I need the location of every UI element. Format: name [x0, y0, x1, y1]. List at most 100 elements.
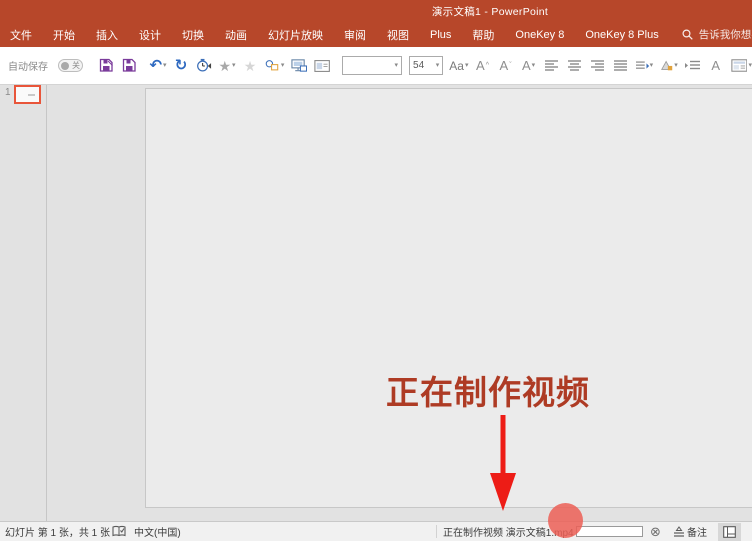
slide-info: 幻灯片 第 1 张，共 1 张 [5, 522, 110, 541]
slide-thumbnail[interactable] [14, 85, 41, 104]
tab-onekey8[interactable]: OneKey 8 [515, 29, 564, 41]
shrink-mark-icon: ˇ [509, 62, 511, 69]
align-right-icon [591, 60, 604, 71]
statusbar: 幻灯片 第 1 张，共 1 张 中文(中国) 正在制作视频 演示文稿1.mp4 … [0, 521, 752, 541]
grow-font-button[interactable]: A ^ [475, 53, 491, 79]
search-icon [682, 29, 693, 40]
grow-font-icon: A [476, 59, 485, 72]
notes-icon [673, 526, 685, 538]
redo-button[interactable]: ↻ [173, 53, 189, 79]
favorites-button[interactable]: ★ ▾ [219, 53, 235, 79]
tab-review[interactable]: 审阅 [344, 27, 366, 43]
font-name-caret-icon: ▾ [395, 62, 399, 69]
shape-effects-button[interactable]: ▾ [660, 53, 678, 79]
normal-view-icon [723, 526, 736, 538]
change-case-button[interactable]: Aa ▾ [450, 53, 467, 79]
indent-icon [685, 60, 700, 72]
shapes-button[interactable]: ▾ [265, 53, 284, 79]
shape-effects-caret-icon: ▾ [674, 62, 678, 69]
align-center-button[interactable] [567, 53, 583, 79]
tab-insert[interactable]: 插入 [96, 27, 118, 43]
slide-layout-icon [731, 58, 748, 73]
making-video-annotation: 正在制作视频 [386, 366, 590, 414]
character-icon: A [711, 59, 720, 72]
cancel-export-button[interactable]: ⊗ [650, 522, 661, 541]
slide-layout-caret-icon: ▾ [748, 62, 752, 69]
video-progress-bar [576, 526, 643, 537]
undo-button[interactable]: ↶ ▾ [150, 53, 166, 79]
save-button[interactable] [121, 53, 137, 79]
slide-layout-button[interactable]: ▾ [731, 53, 752, 79]
save-icon [122, 58, 137, 73]
align-left-button[interactable] [544, 53, 560, 79]
tab-design[interactable]: 设计 [139, 27, 161, 43]
align-left-icon [545, 60, 558, 71]
tab-slideshow[interactable]: 幻灯片放映 [268, 27, 323, 43]
autosave-label: 自动保存 [8, 58, 48, 73]
notes-label[interactable]: 备注 [687, 522, 707, 541]
tab-help[interactable]: 帮助 [472, 27, 494, 43]
slide-number: 1 [5, 87, 11, 98]
tell-me-search[interactable]: 告诉我你想要做什么 [682, 27, 752, 42]
shrink-font-button[interactable]: A ˇ [498, 53, 514, 79]
tab-animations[interactable]: 动画 [225, 27, 247, 43]
change-case-caret-icon: ▾ [465, 62, 469, 69]
tab-onekey8plus[interactable]: OneKey 8 Plus [585, 29, 658, 41]
slide-canvas[interactable] [145, 88, 752, 508]
align-center-icon [568, 60, 581, 71]
notes-toggle-button[interactable] [673, 522, 685, 541]
favorites-button-disabled[interactable]: ★ [242, 53, 258, 79]
tab-view[interactable]: 视图 [387, 27, 409, 43]
tab-home[interactable]: 开始 [53, 27, 75, 43]
tell-me-label: 告诉我你想要做什么 [699, 27, 752, 42]
font-size-value: 54 [413, 60, 424, 71]
tab-transitions[interactable]: 切换 [182, 27, 204, 43]
normal-view-button[interactable] [718, 523, 741, 541]
star-dropdown-caret-icon: ▾ [232, 62, 236, 69]
present-online-button[interactable] [291, 53, 307, 79]
font-size-caret-icon: ▾ [436, 62, 440, 69]
workspace: 1 正在制作视频 [0, 85, 752, 521]
autosave-toggle[interactable]: 关 [58, 59, 83, 72]
spell-check-button[interactable] [112, 522, 126, 541]
indent-button[interactable] [685, 53, 701, 79]
save-as-button[interactable] [98, 53, 114, 79]
monitor-icon [291, 58, 307, 73]
slide-layout-card-button[interactable] [314, 53, 330, 79]
font-color-caret-icon: ▾ [532, 62, 536, 69]
change-case-icon: Aa [449, 60, 464, 72]
quick-access-toolbar: 自动保存 关 ↶ ▾ ↻ ★ [0, 47, 752, 85]
language-status[interactable]: 中文(中国) [134, 522, 181, 541]
justify-icon [614, 60, 627, 71]
font-color-icon: A [522, 59, 531, 72]
star-disabled-icon: ★ [244, 59, 257, 73]
star-icon: ★ [218, 59, 231, 73]
character-button[interactable]: A [708, 53, 724, 79]
down-arrow-annotation-icon [489, 415, 517, 513]
ribbon-tabbar: 文件 开始 插入 设计 切换 动画 幻灯片放映 审阅 视图 Plus 帮助 On… [0, 22, 752, 47]
redo-icon: ↻ [175, 58, 188, 73]
autosave-state: 关 [72, 62, 80, 70]
tab-file[interactable]: 文件 [10, 27, 32, 43]
card-icon [314, 59, 330, 73]
justify-button[interactable] [613, 53, 629, 79]
list-level-caret-icon: ▾ [650, 62, 654, 69]
rehearse-timings-button[interactable] [196, 53, 212, 79]
undo-icon: ↶ [149, 58, 162, 73]
list-level-button[interactable]: ▾ [636, 53, 654, 79]
tab-plus[interactable]: Plus [430, 29, 451, 41]
align-right-button[interactable] [590, 53, 606, 79]
thumbnail-placeholder-mark [28, 94, 35, 96]
font-name-combobox[interactable]: ▾ [342, 56, 402, 75]
shape-effects-icon [660, 59, 673, 72]
shrink-font-icon: A [500, 59, 509, 72]
font-size-combobox[interactable]: 54 ▾ [409, 56, 443, 75]
titlebar: 演示文稿1 - PowerPoint [0, 0, 752, 22]
font-color-button[interactable]: A ▾ [521, 53, 537, 79]
rehearse-timings-icon [196, 58, 212, 73]
shapes-dropdown-caret-icon: ▾ [281, 62, 285, 69]
save-as-icon [99, 58, 114, 73]
shapes-icon [265, 58, 280, 73]
panel-divider[interactable] [46, 85, 47, 521]
toggle-knob-icon [61, 62, 69, 70]
